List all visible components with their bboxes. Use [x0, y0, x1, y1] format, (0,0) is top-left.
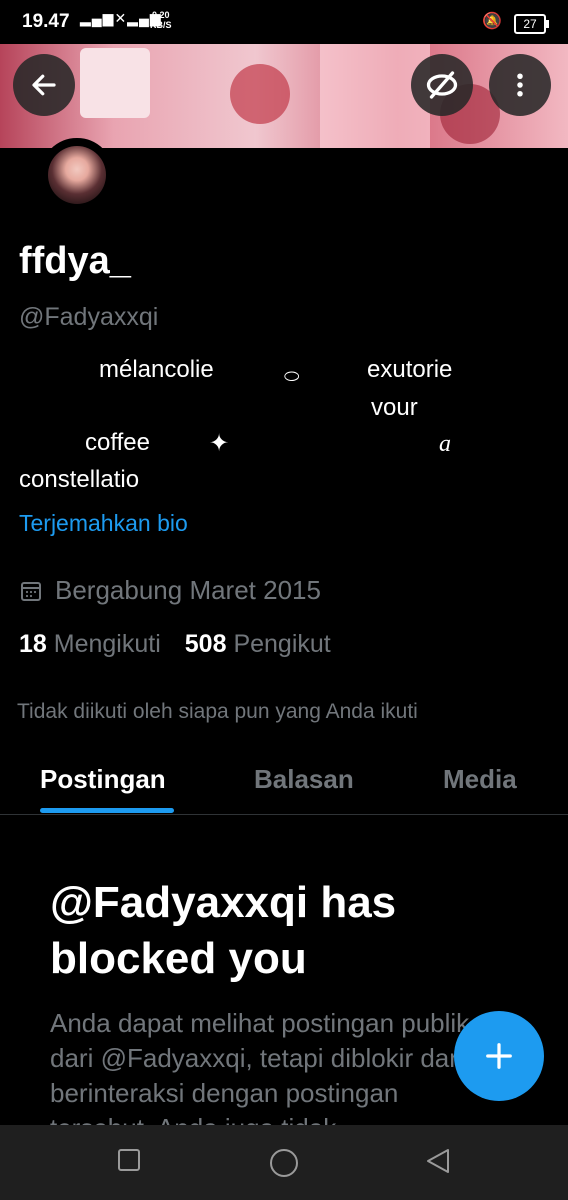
following-label: Mengikuti — [53, 630, 161, 658]
banner-decoration — [230, 64, 290, 124]
recent-apps-button[interactable] — [116, 1147, 142, 1173]
tab-balasan[interactable]: Balasan — [254, 764, 354, 795]
bio-fragment: exutorie — [367, 356, 453, 383]
status-time: 19.47 — [22, 11, 70, 32]
more-button[interactable] — [489, 54, 551, 116]
arrow-left-icon — [32, 74, 56, 96]
profile-banner[interactable] — [0, 44, 568, 148]
active-tab-indicator — [40, 808, 174, 813]
followers-link[interactable]: 508 Pengikut — [185, 630, 331, 658]
battery-icon: 27 — [514, 14, 549, 34]
bio-fragment: vour — [371, 394, 418, 421]
profile-name: ffdya_ — [19, 240, 131, 282]
status-bar: 19.47 ▂▄▆✕▂▄▆ 0.20 KB/S 🔕 27 — [0, 0, 568, 44]
status-icons: 🔕 — [482, 11, 508, 31]
blocked-title: @Fadyaxxqi has blocked you — [50, 878, 397, 983]
bio-fragment: a — [439, 431, 451, 457]
tab-postingan[interactable]: Postingan — [40, 764, 166, 795]
profile-tabs: Postingan Balasan Media — [0, 752, 568, 815]
profile-handle: @Fadyaxxqi — [19, 303, 159, 331]
followers-count: 508 — [184, 630, 227, 658]
plus-icon — [486, 1043, 512, 1069]
system-nav-bar — [0, 1125, 568, 1200]
network-speed: 0.20 KB/S — [150, 10, 172, 30]
followers-label: Pengikut — [233, 630, 331, 658]
blocked-description: Anda dapat melihat postingan publik dari… — [50, 1008, 470, 1126]
joined-date: Bergabung Maret 2015 — [19, 575, 321, 606]
battery-level: 27 — [523, 17, 537, 31]
network-speed-value: 0.20 — [151, 10, 170, 20]
back-button[interactable] — [13, 54, 75, 116]
following-link[interactable]: 18 Mengikuti — [19, 630, 161, 658]
banner-decoration — [80, 48, 150, 118]
bio-decoration: ⬭ — [284, 366, 300, 386]
back-nav-button[interactable] — [424, 1147, 452, 1175]
joined-text: Bergabung Maret 2015 — [55, 575, 321, 605]
home-button[interactable] — [268, 1147, 300, 1179]
translate-bio-link[interactable]: Terjemahkan bio — [19, 510, 188, 537]
bio-fragment: constellatio — [19, 466, 140, 493]
mute-icon: 🔕 — [482, 13, 508, 30]
not-followed-text: Tidak diikuti oleh siapa pun yang Anda i… — [17, 700, 418, 723]
bio-decoration: ✦ — [209, 430, 230, 457]
avatar-frame[interactable] — [40, 138, 114, 212]
tab-media[interactable]: Media — [443, 764, 517, 795]
more-vertical-icon — [517, 73, 523, 97]
avatar[interactable] — [48, 146, 106, 204]
unwatch-button[interactable] — [411, 54, 473, 116]
eye-off-icon — [426, 71, 458, 99]
network-speed-unit: KB/S — [150, 20, 172, 30]
following-count: 18 — [19, 630, 47, 658]
bio-fragment: mélancolie — [99, 356, 214, 383]
follow-stats: 18 Mengikuti 508 Pengikut — [19, 630, 331, 659]
compose-button[interactable] — [454, 1011, 544, 1101]
calendar-icon — [21, 581, 41, 601]
bio-fragment: coffee — [85, 429, 150, 456]
